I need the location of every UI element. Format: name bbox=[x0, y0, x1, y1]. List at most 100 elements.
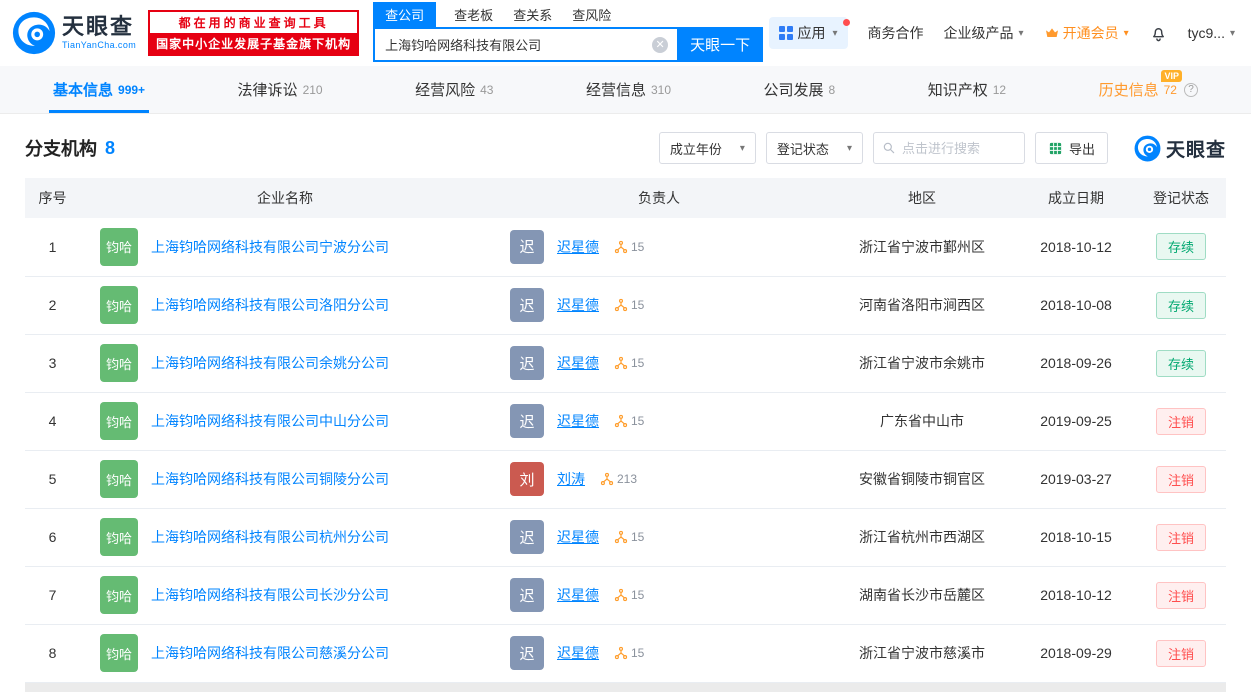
export-button[interactable]: 导出 bbox=[1034, 132, 1108, 164]
tab-label: 法律诉讼 bbox=[237, 82, 298, 99]
relation-graph-link[interactable]: 15 bbox=[614, 646, 644, 660]
person-avatar: 迟 bbox=[510, 404, 544, 438]
search-button[interactable]: 天眼一下 bbox=[677, 27, 764, 62]
nav-business-cooperation[interactable]: 商务合作 bbox=[868, 23, 924, 43]
relation-graph-link[interactable]: 15 bbox=[614, 414, 644, 428]
caret-down-icon: ▾ bbox=[1229, 27, 1235, 39]
company-link[interactable]: 上海钧哈网络科技有限公司长沙分公司 bbox=[151, 585, 389, 605]
row-index: 1 bbox=[25, 218, 80, 277]
filter-founded-year-label: 成立年份 bbox=[669, 141, 722, 157]
tab-legal-litigation[interactable]: 法律诉讼 210 bbox=[230, 66, 331, 113]
relation-count: 15 bbox=[631, 414, 645, 428]
tab-operational-risk[interactable]: 经营风险 43 bbox=[407, 66, 501, 113]
status-badge: 存续 bbox=[1155, 233, 1206, 261]
company-avatar: 钧哈 bbox=[100, 344, 138, 382]
vip-badge: VIP bbox=[1161, 70, 1182, 82]
person-link[interactable]: 迟星德 bbox=[557, 585, 599, 605]
network-icon bbox=[614, 646, 628, 660]
relation-graph-link[interactable]: 15 bbox=[614, 588, 644, 602]
search-tab-boss[interactable]: 查老板 bbox=[452, 2, 495, 27]
status-badge: 注销 bbox=[1155, 639, 1206, 667]
relation-count: 15 bbox=[631, 239, 645, 254]
table-row: 8 钧哈 上海钧哈网络科技有限公司慈溪分公司 迟 迟星德 15 浙江省宁波市慈溪… bbox=[25, 624, 1226, 683]
tab-count: 210 bbox=[302, 82, 323, 97]
table-search[interactable] bbox=[872, 132, 1025, 164]
relation-graph-link[interactable]: 213 bbox=[600, 472, 637, 486]
relation-graph-link[interactable]: 15 bbox=[614, 240, 644, 254]
apps-menu[interactable]: 应用 ▾ bbox=[768, 17, 850, 49]
search-tab-risk[interactable]: 查风险 bbox=[570, 2, 613, 27]
help-icon[interactable]: ? bbox=[1183, 82, 1198, 97]
filter-registration-status[interactable]: 登记状态 ▾ bbox=[765, 132, 863, 164]
logo-subtitle: TianYanCha.com bbox=[62, 40, 137, 50]
tab-business-info[interactable]: 经营信息 310 bbox=[578, 66, 679, 113]
table-search-input[interactable] bbox=[901, 140, 1016, 156]
tianyancha-watermark-icon bbox=[1134, 135, 1161, 161]
status-badge: 注销 bbox=[1155, 465, 1206, 493]
company-section-tabs: 基本信息 999+ 法律诉讼 210 经营风险 43 经营信息 310 公司发展… bbox=[0, 66, 1251, 114]
apps-grid-icon bbox=[778, 26, 793, 40]
company-link[interactable]: 上海钧哈网络科技有限公司杭州分公司 bbox=[151, 527, 389, 547]
row-founded-date: 2018-10-12 bbox=[1016, 566, 1136, 625]
search-tab-relation[interactable]: 查关系 bbox=[511, 2, 554, 27]
col-header-date: 成立日期 bbox=[1016, 178, 1136, 218]
slogan-badge: 都在用的商业查询工具 国家中小企业发展子基金旗下机构 bbox=[148, 10, 360, 56]
person-link[interactable]: 迟星德 bbox=[557, 295, 599, 315]
tab-company-development[interactable]: 公司发展 8 bbox=[756, 66, 844, 113]
branch-table: 序号 企业名称 负责人 地区 成立日期 登记状态 1 钧哈 上海钧哈网络科技有限… bbox=[25, 178, 1226, 683]
enterprise-label: 企业级产品 bbox=[943, 25, 1014, 41]
notification-dot bbox=[842, 19, 850, 26]
clear-icon[interactable]: ✕ bbox=[652, 36, 669, 53]
person-link[interactable]: 迟星德 bbox=[557, 527, 599, 547]
tab-basic-info[interactable]: 基本信息 999+ bbox=[45, 66, 153, 113]
bell-icon[interactable] bbox=[1149, 24, 1168, 43]
row-region: 湖南省长沙市岳麓区 bbox=[828, 566, 1016, 625]
relation-count: 15 bbox=[631, 646, 645, 660]
tianyancha-watermark: 天眼查 bbox=[1134, 135, 1226, 162]
tab-intellectual-property[interactable]: 知识产权 12 bbox=[920, 66, 1014, 113]
tianyancha-logo[interactable]: 天眼查 TianYanCha.com bbox=[12, 11, 136, 55]
company-link[interactable]: 上海钧哈网络科技有限公司洛阳分公司 bbox=[151, 295, 389, 315]
row-founded-date: 2019-09-25 bbox=[1016, 392, 1136, 451]
filter-founded-year[interactable]: 成立年份 ▾ bbox=[658, 132, 756, 164]
user-menu[interactable]: tyc9... ▾ bbox=[1188, 25, 1235, 41]
apps-label: 应用 bbox=[797, 25, 826, 41]
person-avatar: 迟 bbox=[510, 636, 544, 670]
relation-graph-link[interactable]: 15 bbox=[614, 530, 644, 544]
search-tab-company[interactable]: 查公司 bbox=[373, 2, 437, 27]
caret-down-icon: ▾ bbox=[1123, 27, 1129, 39]
nav-open-vip[interactable]: 开通会员 ▾ bbox=[1044, 23, 1129, 43]
tab-label: 公司发展 bbox=[763, 82, 824, 99]
tab-history-info[interactable]: VIP 历史信息 72 ? bbox=[1091, 66, 1206, 113]
tab-count: 43 bbox=[480, 82, 494, 97]
company-link[interactable]: 上海钧哈网络科技有限公司余姚分公司 bbox=[151, 353, 389, 373]
export-excel-icon bbox=[1049, 142, 1062, 154]
nav-enterprise-product[interactable]: 企业级产品 ▾ bbox=[944, 23, 1024, 43]
company-link[interactable]: 上海钧哈网络科技有限公司中山分公司 bbox=[151, 411, 389, 431]
table-row: 2 钧哈 上海钧哈网络科技有限公司洛阳分公司 迟 迟星德 15 河南省洛阳市涧西… bbox=[25, 276, 1226, 335]
relation-graph-link[interactable]: 15 bbox=[614, 298, 644, 312]
col-header-index: 序号 bbox=[25, 178, 80, 218]
person-avatar: 迟 bbox=[510, 578, 544, 612]
person-link[interactable]: 迟星德 bbox=[557, 411, 599, 431]
company-link[interactable]: 上海钧哈网络科技有限公司宁波分公司 bbox=[151, 237, 389, 257]
caret-down-icon: ▾ bbox=[1018, 27, 1024, 39]
table-row: 5 钧哈 上海钧哈网络科技有限公司铜陵分公司 刘 刘涛 213 安徽省铜陵市铜官… bbox=[25, 450, 1226, 509]
company-avatar: 钧哈 bbox=[100, 634, 138, 672]
person-link[interactable]: 迟星德 bbox=[557, 353, 599, 373]
company-avatar: 钧哈 bbox=[100, 460, 138, 498]
person-link[interactable]: 刘涛 bbox=[557, 469, 585, 489]
top-header: 天眼查 TianYanCha.com 都在用的商业查询工具 国家中小企业发展子基… bbox=[0, 0, 1251, 66]
username: tyc9... bbox=[1187, 25, 1225, 41]
tab-count: 310 bbox=[650, 82, 672, 97]
company-link[interactable]: 上海钧哈网络科技有限公司铜陵分公司 bbox=[151, 469, 389, 489]
row-region: 浙江省宁波市余姚市 bbox=[828, 334, 1016, 393]
company-avatar: 钧哈 bbox=[100, 518, 138, 556]
person-link[interactable]: 迟星德 bbox=[557, 643, 599, 663]
relation-graph-link[interactable]: 15 bbox=[614, 356, 644, 370]
search-input[interactable] bbox=[373, 27, 678, 62]
network-icon bbox=[614, 588, 628, 602]
person-link[interactable]: 迟星德 bbox=[557, 237, 599, 257]
table-row: 7 钧哈 上海钧哈网络科技有限公司长沙分公司 迟 迟星德 15 湖南省长沙市岳麓… bbox=[25, 566, 1226, 625]
company-link[interactable]: 上海钧哈网络科技有限公司慈溪分公司 bbox=[151, 643, 389, 663]
